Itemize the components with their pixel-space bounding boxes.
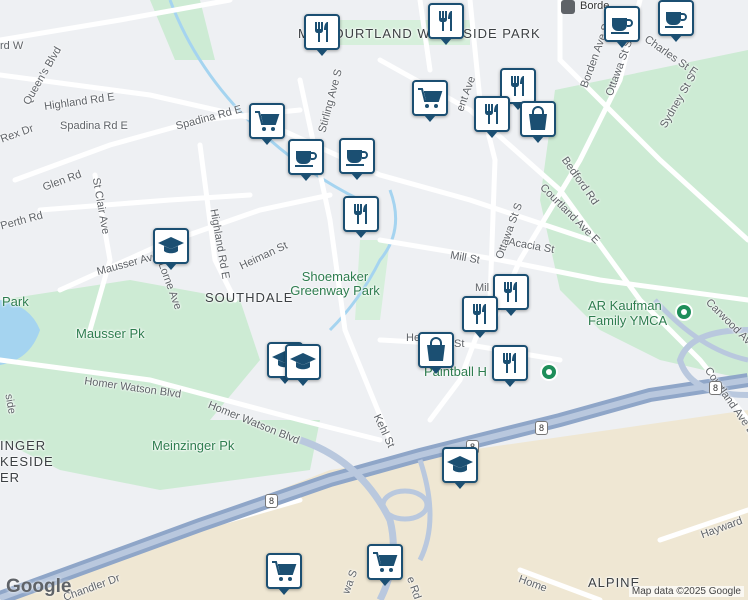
area-label-southdale: SOUTHDALE <box>205 290 294 305</box>
shopping-icon <box>524 105 552 133</box>
school-pin-icon[interactable] <box>442 447 478 489</box>
cafe-icon <box>343 142 371 170</box>
area-label-lakeside: INGER KESIDE ER <box>0 438 54 485</box>
grocery-pin-icon[interactable] <box>367 544 403 586</box>
ymca-pin-icon[interactable] <box>675 303 693 321</box>
park-label-meinzinger[interactable]: Meinzinger Pk <box>152 438 234 453</box>
restaurant-icon <box>496 349 524 377</box>
map-canvas[interactable]: MT COURTLAND WOODSIDE PARK SOUTHDALE ALP… <box>0 0 748 600</box>
place-label-ymca[interactable]: AR Kaufman Family YMCA <box>588 298 678 328</box>
cafe-pin-icon[interactable] <box>339 138 375 180</box>
restaurant-pin-icon[interactable] <box>343 196 379 238</box>
restaurant-pin-icon[interactable] <box>493 274 529 316</box>
restaurant-pin-icon[interactable] <box>474 96 510 138</box>
street-label: St <box>454 338 465 350</box>
grocery-icon <box>416 84 444 112</box>
restaurant-icon <box>308 18 336 46</box>
restaurant-icon <box>466 300 494 328</box>
highway-shield: 8 <box>265 494 279 508</box>
cafe-pin-icon[interactable] <box>604 6 640 48</box>
google-logo: Google <box>6 576 72 597</box>
school-icon <box>157 232 185 260</box>
school-pin-icon[interactable] <box>285 344 321 386</box>
shopping-pin-icon[interactable] <box>418 332 454 374</box>
restaurant-pin-icon[interactable] <box>304 14 340 56</box>
street-label: Mil <box>475 282 490 294</box>
paintball-pin-icon[interactable] <box>540 363 558 381</box>
cafe-icon <box>292 143 320 171</box>
map-attribution[interactable]: Map data ©2025 Google <box>628 586 744 597</box>
grocery-icon <box>270 557 298 585</box>
shopping-pin-icon[interactable] <box>520 101 556 143</box>
restaurant-icon <box>432 7 460 35</box>
school-pin-icon[interactable] <box>153 228 189 270</box>
park-label-west[interactable]: Park <box>2 294 29 309</box>
restaurant-icon <box>347 200 375 228</box>
street-label: Spadina Rd E <box>60 120 128 132</box>
grocery-icon <box>371 548 399 576</box>
grocery-pin-icon[interactable] <box>412 80 448 122</box>
grocery-pin-icon[interactable] <box>249 103 285 145</box>
highway-shield: 8 <box>709 381 723 395</box>
transit-icon[interactable] <box>561 0 575 14</box>
cafe-icon <box>608 10 636 38</box>
restaurant-icon <box>478 100 506 128</box>
park-label-mausser[interactable]: Mausser Pk <box>76 326 145 341</box>
cafe-pin-icon[interactable] <box>658 0 694 42</box>
cafe-icon <box>662 4 690 32</box>
highway-shield: 8 <box>535 421 549 435</box>
grocery-pin-icon[interactable] <box>266 553 302 595</box>
restaurant-pin-icon[interactable] <box>462 296 498 338</box>
shopping-icon <box>422 336 450 364</box>
restaurant-icon <box>497 278 525 306</box>
school-icon <box>289 348 317 376</box>
cafe-pin-icon[interactable] <box>288 139 324 181</box>
restaurant-pin-icon[interactable] <box>492 345 528 387</box>
grocery-icon <box>253 107 281 135</box>
school-icon <box>446 451 474 479</box>
restaurant-pin-icon[interactable] <box>428 3 464 45</box>
park-label-shoemaker[interactable]: Shoemaker Greenway Park <box>290 270 380 298</box>
street-label: rd W <box>0 40 24 52</box>
